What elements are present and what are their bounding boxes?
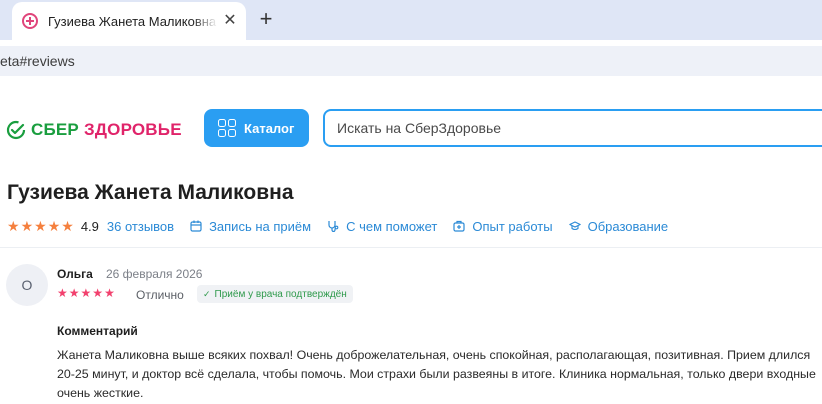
browser-tab-bar: Гузиева Жанета Маликовна - с ✕ + <box>0 0 822 40</box>
nav-label-appointment: Запись на приём <box>209 218 312 234</box>
doctor-name: Гузиева Жанета Маликовна <box>7 181 294 204</box>
stethoscope-icon <box>328 221 339 232</box>
star-icon: ★ <box>47 218 61 234</box>
tab-title: Гузиева Жанета Маликовна - с <box>48 13 218 29</box>
star-icon: ★ <box>34 218 47 234</box>
star-icon: ★ <box>57 286 68 300</box>
star-icon: ★ <box>104 286 115 300</box>
star-icon: ★ <box>7 218 20 234</box>
catalog-label: Каталог <box>244 120 295 136</box>
graduation-cap-icon <box>568 221 581 231</box>
nav-link-appointment[interactable]: Запись на приём <box>190 219 311 234</box>
medical-case-icon <box>453 220 465 232</box>
star-icon: ★ <box>80 286 92 300</box>
status-badge: ✓ Приём у врача подтверждён <box>197 285 353 303</box>
nav-link-help[interactable]: С чем поможет <box>327 219 437 234</box>
grid-icon <box>218 119 236 137</box>
search-input[interactable] <box>337 120 737 136</box>
address-bar: eta#reviews <box>0 40 822 80</box>
search-box <box>323 109 822 147</box>
new-tab-icon[interactable]: + <box>256 8 276 30</box>
doctor-rating-value: 4.9 <box>80 218 99 234</box>
status-badge-label: Приём у врача подтверждён <box>214 288 347 300</box>
catalog-button[interactable]: Каталог <box>204 109 309 147</box>
review-rating-stars: ★ ★ ★ ★ ★ <box>57 287 116 300</box>
avatar: О <box>6 264 48 306</box>
review-date: 26 февраля 2026 <box>106 267 203 281</box>
sber-logo-icon <box>6 120 26 140</box>
review-rating-text: Отлично <box>136 288 184 302</box>
nav-link-education[interactable]: Образование <box>568 218 669 234</box>
browser-tab[interactable]: Гузиева Жанета Маликовна - с ✕ <box>12 2 246 40</box>
comment-text: Жанета Маликовна выше всяких похвал! Оче… <box>57 348 816 400</box>
doctor-rating-stars: ★ ★ ★ ★ ★ <box>7 219 75 233</box>
doctor-info-row: ★ ★ ★ ★ ★ 4.9 36 отзывов Запись на приём… <box>7 217 668 235</box>
logo-text-sber: СБЕР <box>31 120 79 139</box>
comment-title: Комментарий <box>57 324 138 338</box>
nav-link-experience[interactable]: Опыт работы <box>453 218 553 234</box>
nav-label-education: Образование <box>587 218 669 234</box>
star-icon: ★ <box>68 286 80 300</box>
url-text: eta#reviews <box>0 53 75 69</box>
check-icon: ✓ <box>203 288 211 299</box>
nav-label-help: С чем поможет <box>346 218 438 234</box>
logo-text-zdorovie: ЗДОРОВЬЕ <box>83 120 182 139</box>
site-logo[interactable]: СБЕР ЗДОРОВЬЕ <box>6 120 182 140</box>
star-icon: ★ <box>92 286 104 300</box>
reviews-count-link[interactable]: 36 отзывов <box>107 219 174 234</box>
nav-label-experience: Опыт работы <box>472 218 553 234</box>
star-icon: ★ <box>61 218 74 234</box>
star-icon: ★ <box>20 218 34 234</box>
calendar-icon <box>190 220 202 232</box>
url-field[interactable]: eta#reviews <box>0 46 822 76</box>
divider <box>0 247 822 248</box>
site-favicon-icon <box>22 13 38 29</box>
review-author: Ольга <box>57 267 93 281</box>
close-tab-icon[interactable]: ✕ <box>222 13 238 29</box>
